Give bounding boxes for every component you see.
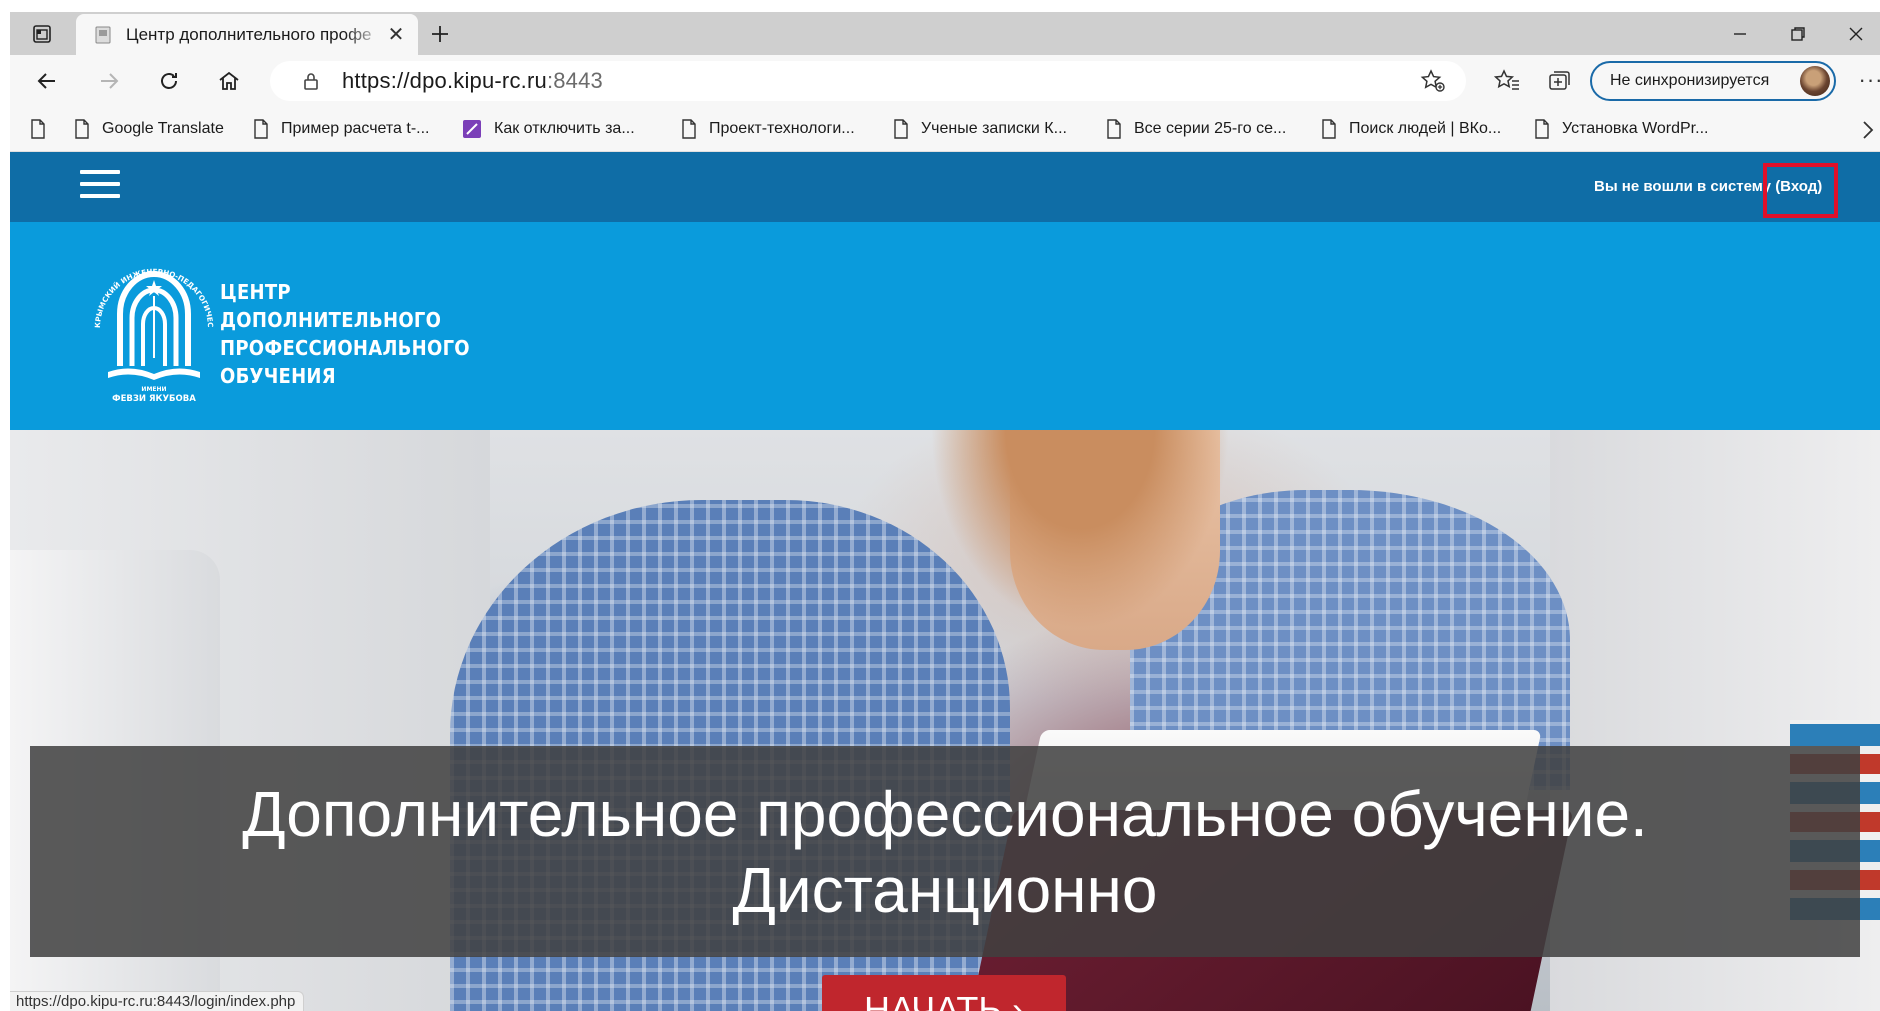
page-icon (682, 119, 696, 139)
onenote-icon (463, 120, 481, 138)
avatar (1800, 66, 1830, 96)
page-icon (31, 119, 45, 139)
restore-button[interactable] (1770, 16, 1826, 52)
browser-tab-active[interactable]: Центр дополнительного профе ✕ (76, 14, 418, 55)
favorites-icon (1494, 69, 1519, 90)
tab-title: Центр дополнительного профе (126, 24, 372, 44)
refresh-button[interactable] (150, 63, 188, 99)
arrow-left-icon (37, 73, 55, 89)
minimize-button[interactable] (1712, 16, 1768, 52)
brand-title[interactable]: ЦЕНТР ДОПОЛНИТЕЛЬНОГО ПРОФЕССИОНАЛЬНОГО … (220, 278, 470, 390)
page-icon (75, 119, 89, 139)
bookmark-label: Все серии 25-го се... (1134, 120, 1287, 137)
brand-title-line: ЦЕНТР (220, 280, 291, 304)
bookmark-item[interactable]: Установка WordPr... (1534, 115, 1708, 143)
bookmark-label: Google Translate (102, 120, 224, 137)
arrow-right-icon (101, 73, 119, 89)
page-viewport: Вы не вошли в систему (Вход) КРЫМСКИЙ ИН… (10, 152, 1880, 1011)
home-icon (219, 71, 239, 90)
minimize-icon (1734, 33, 1746, 35)
bookmark-label: Как отключить за... (494, 120, 635, 137)
emblem-text-name: ФЕВЗИ ЯКУБОВА (112, 394, 196, 404)
tab-actions-button[interactable] (24, 20, 60, 48)
bookmarks-overflow-button[interactable] (1856, 117, 1880, 143)
lock-icon[interactable] (300, 70, 322, 92)
bookmark-item[interactable]: Все серии 25-го се... (1106, 115, 1286, 143)
browser-toolbar: https://dpo.kipu-rc.ru:8443 Не синхрониз… (10, 55, 1880, 107)
bookmark-item[interactable]: Как отключить за... (462, 115, 635, 143)
bookmark-label: Проект-технологи... (709, 120, 855, 137)
site-header-banner: КРЫМСКИЙ ИНЖЕНЕРНО-ПЕДАГОГИЧЕСКИЙ УНИВЕР… (10, 222, 1880, 430)
brand-title-line: ПРОФЕССИОНАЛЬНОГО (220, 336, 470, 360)
bookmark-item[interactable]: Ученые записки К... (893, 115, 1067, 143)
brand-title-line: ДОПОЛНИТЕЛЬНОГО (220, 308, 442, 332)
hero-caption: Дополнительное профессиональное обучение… (30, 746, 1860, 957)
more-menu-button[interactable]: ··· (1856, 65, 1880, 95)
site-top-navbar: Вы не вошли в систему (Вход) (10, 152, 1880, 222)
favorites-button[interactable] (1490, 65, 1524, 97)
bookmark-label: Пример расчета t-... (281, 120, 430, 137)
restore-icon (1791, 27, 1805, 41)
url-main: https://dpo.kipu-rc.ru (342, 68, 547, 93)
hero-title-line-1: Дополнительное профессиональное обучение… (242, 777, 1648, 850)
collections-button[interactable] (1542, 65, 1576, 97)
profile-sync-button[interactable]: Не синхронизируется (1590, 61, 1836, 101)
page-icon (1322, 119, 1336, 139)
page-icon (254, 119, 268, 139)
hero-banner: Дополнительное профессиональное обучение… (10, 430, 1880, 1011)
hero-title-line-2: Дистанционно (732, 853, 1158, 926)
page-icon (1535, 119, 1549, 139)
close-icon (1849, 27, 1863, 41)
page-icon (1107, 119, 1121, 139)
bookmark-label: Поиск людей | ВКо... (1349, 120, 1502, 137)
tab-close-icon[interactable]: ✕ (384, 23, 408, 47)
plus-icon (432, 26, 448, 42)
bookmark-item[interactable]: Google Translate (74, 115, 224, 143)
bookmark-label: Ученые записки К... (921, 120, 1067, 137)
close-window-button[interactable] (1828, 16, 1880, 52)
site-favicon-icon (95, 26, 111, 43)
add-favorite-icon[interactable] (1420, 69, 1446, 93)
home-button[interactable] (210, 63, 248, 99)
bookmarks-bar: Google Translate Пример расчета t-... Ка… (10, 107, 1880, 152)
highlight-annotation-box (1763, 163, 1838, 218)
url-text[interactable]: https://dpo.kipu-rc.ru:8443 (342, 68, 603, 94)
hero-person-hair (930, 430, 1230, 630)
status-bar-url: https://dpo.kipu-rc.ru:8443/login/index.… (10, 991, 305, 1011)
emblem-text-imeni: ИМЕНИ (141, 386, 166, 393)
address-bar[interactable]: https://dpo.kipu-rc.ru:8443 (270, 61, 1466, 101)
hamburger-menu-icon[interactable] (80, 170, 120, 204)
url-port: :8443 (546, 68, 603, 93)
bookmark-item[interactable]: Проект-технологи... (681, 115, 855, 143)
page-icon (894, 119, 908, 139)
start-button[interactable]: НАЧАТЬ › (822, 975, 1066, 1011)
bookmark-item[interactable]: Поиск людей | ВКо... (1321, 115, 1501, 143)
new-tab-button[interactable] (422, 18, 458, 50)
ellipsis-icon: ··· (1858, 67, 1880, 92)
bookmark-folder[interactable] (30, 115, 46, 143)
sync-status-label: Не синхронизируется (1610, 72, 1770, 89)
collections-icon (1549, 71, 1570, 90)
tab-actions-icon (33, 25, 51, 43)
chevron-right-icon (1863, 121, 1874, 139)
tab-strip: Центр дополнительного профе ✕ (10, 12, 1880, 55)
university-emblem-logo[interactable]: КРЫМСКИЙ ИНЖЕНЕРНО-ПЕДАГОГИЧЕСКИЙ УНИВЕР… (86, 248, 222, 406)
refresh-icon (161, 73, 177, 89)
brand-title-line: ОБУЧЕНИЯ (220, 364, 336, 388)
login-status-text: Вы не вошли в систему (1594, 178, 1772, 195)
bookmark-label: Установка WordPr... (1562, 120, 1709, 137)
back-button[interactable] (28, 63, 66, 99)
bookmark-item[interactable]: Пример расчета t-... (253, 115, 430, 143)
forward-button[interactable] (90, 63, 128, 99)
